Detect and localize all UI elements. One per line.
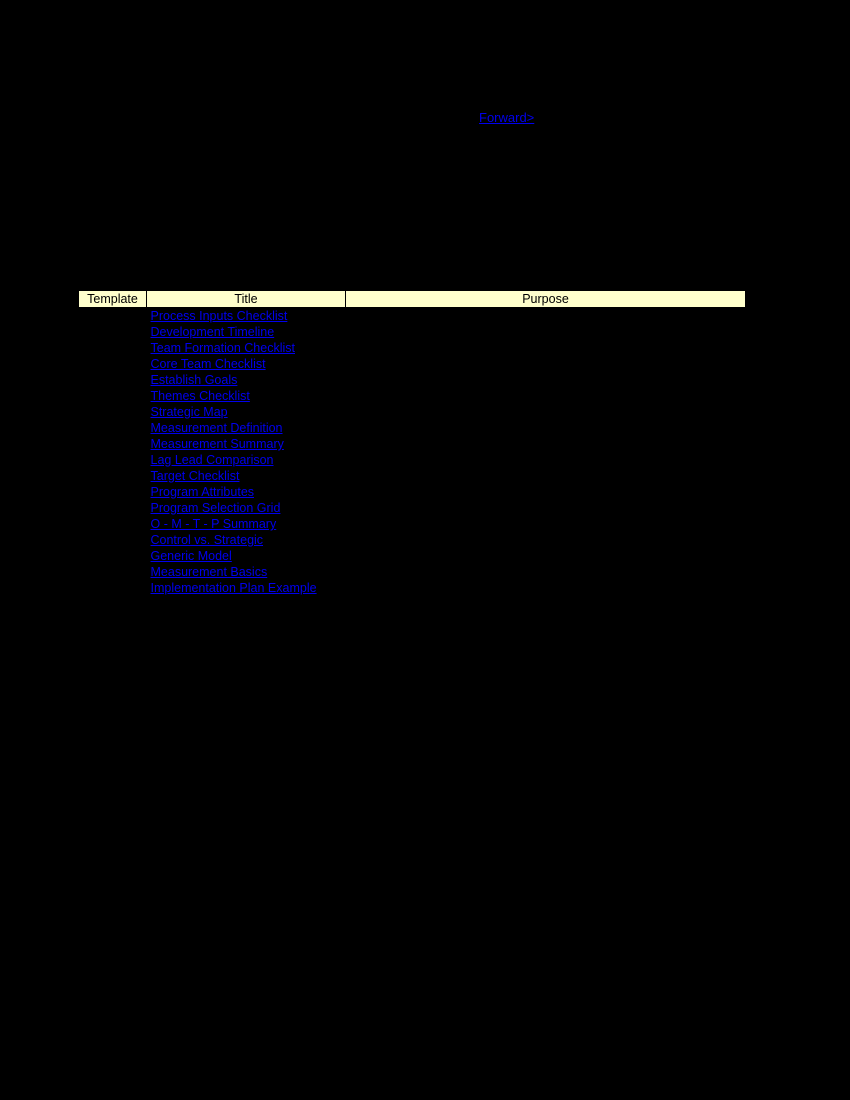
template-cell — [79, 356, 147, 372]
title-link[interactable]: Measurement Summary — [151, 437, 284, 451]
template-cell — [79, 420, 147, 436]
table-row: Development Timeline — [79, 324, 746, 340]
template-cell — [79, 452, 147, 468]
purpose-cell — [346, 468, 746, 484]
template-cell — [79, 500, 147, 516]
template-cell — [79, 564, 147, 580]
table-header-row: Template Title Purpose — [79, 291, 746, 308]
template-cell — [79, 388, 147, 404]
title-link[interactable]: Lag Lead Comparison — [151, 453, 274, 467]
purpose-cell — [346, 564, 746, 580]
title-link[interactable]: Control vs. Strategic — [151, 533, 264, 547]
table-row: Process Inputs Checklist — [79, 308, 746, 325]
purpose-cell — [346, 436, 746, 452]
title-cell: Program Selection Grid — [147, 500, 346, 516]
title-cell: Core Team Checklist — [147, 356, 346, 372]
nav-forward: Forward> — [479, 110, 534, 125]
table-row: Measurement Basics — [79, 564, 746, 580]
title-link[interactable]: Measurement Basics — [151, 565, 268, 579]
table-row: Measurement Summary — [79, 436, 746, 452]
template-cell — [79, 532, 147, 548]
table-row: Team Formation Checklist — [79, 340, 746, 356]
title-link[interactable]: Establish Goals — [151, 373, 238, 387]
title-link[interactable]: O - M - T - P Summary — [151, 517, 277, 531]
title-cell: Development Timeline — [147, 324, 346, 340]
table-row: Program Attributes — [79, 484, 746, 500]
purpose-cell — [346, 548, 746, 564]
title-link[interactable]: Generic Model — [151, 549, 232, 563]
table-row: Core Team Checklist — [79, 356, 746, 372]
title-cell: Measurement Definition — [147, 420, 346, 436]
template-cell — [79, 516, 147, 532]
purpose-cell — [346, 388, 746, 404]
title-cell: Themes Checklist — [147, 388, 346, 404]
title-link[interactable]: Implementation Plan Example — [151, 581, 317, 595]
table-row: Strategic Map — [79, 404, 746, 420]
title-link[interactable]: Program Attributes — [151, 485, 255, 499]
title-link[interactable]: Development Timeline — [151, 325, 275, 339]
table-row: Establish Goals — [79, 372, 746, 388]
header-purpose: Purpose — [346, 291, 746, 308]
purpose-cell — [346, 500, 746, 516]
table-row: Themes Checklist — [79, 388, 746, 404]
purpose-cell — [346, 308, 746, 325]
page: Forward> Template Title Purpose Process … — [0, 0, 850, 1100]
title-cell: Measurement Summary — [147, 436, 346, 452]
table-row: O - M - T - P Summary — [79, 516, 746, 532]
title-cell: Target Checklist — [147, 468, 346, 484]
title-link[interactable]: Target Checklist — [151, 469, 240, 483]
title-link[interactable]: Core Team Checklist — [151, 357, 266, 371]
template-cell — [79, 484, 147, 500]
table-row: Lag Lead Comparison — [79, 452, 746, 468]
purpose-cell — [346, 532, 746, 548]
title-cell: Establish Goals — [147, 372, 346, 388]
table-row: Program Selection Grid — [79, 500, 746, 516]
title-link[interactable]: Strategic Map — [151, 405, 228, 419]
template-cell — [79, 436, 147, 452]
purpose-cell — [346, 420, 746, 436]
table-row: Control vs. Strategic — [79, 532, 746, 548]
template-cell — [79, 308, 147, 325]
purpose-cell — [346, 404, 746, 420]
title-cell: Lag Lead Comparison — [147, 452, 346, 468]
template-cell — [79, 548, 147, 564]
table-row: Measurement Definition — [79, 420, 746, 436]
title-cell: Measurement Basics — [147, 564, 346, 580]
title-cell: O - M - T - P Summary — [147, 516, 346, 532]
table-row: Implementation Plan Example — [79, 580, 746, 596]
title-cell: Strategic Map — [147, 404, 346, 420]
purpose-cell — [346, 452, 746, 468]
template-cell — [79, 580, 147, 596]
purpose-cell — [346, 484, 746, 500]
template-cell — [79, 468, 147, 484]
table-row: Target Checklist — [79, 468, 746, 484]
template-cell — [79, 340, 147, 356]
purpose-cell — [346, 516, 746, 532]
title-link[interactable]: Process Inputs Checklist — [151, 309, 288, 323]
forward-link[interactable]: Forward> — [479, 110, 534, 125]
purpose-cell — [346, 340, 746, 356]
title-link[interactable]: Themes Checklist — [151, 389, 250, 403]
title-cell: Control vs. Strategic — [147, 532, 346, 548]
template-cell — [79, 324, 147, 340]
header-title: Title — [147, 291, 346, 308]
table-row: Generic Model — [79, 548, 746, 564]
purpose-cell — [346, 356, 746, 372]
purpose-cell — [346, 324, 746, 340]
header-template: Template — [79, 291, 147, 308]
title-cell: Program Attributes — [147, 484, 346, 500]
template-cell — [79, 404, 147, 420]
title-link[interactable]: Program Selection Grid — [151, 501, 281, 515]
title-cell: Generic Model — [147, 548, 346, 564]
purpose-cell — [346, 372, 746, 388]
title-link[interactable]: Team Formation Checklist — [151, 341, 296, 355]
template-cell — [79, 372, 147, 388]
title-cell: Process Inputs Checklist — [147, 308, 346, 325]
templates-table: Template Title Purpose Process Inputs Ch… — [78, 290, 746, 596]
title-cell: Implementation Plan Example — [147, 580, 346, 596]
purpose-cell — [346, 580, 746, 596]
title-link[interactable]: Measurement Definition — [151, 421, 283, 435]
title-cell: Team Formation Checklist — [147, 340, 346, 356]
